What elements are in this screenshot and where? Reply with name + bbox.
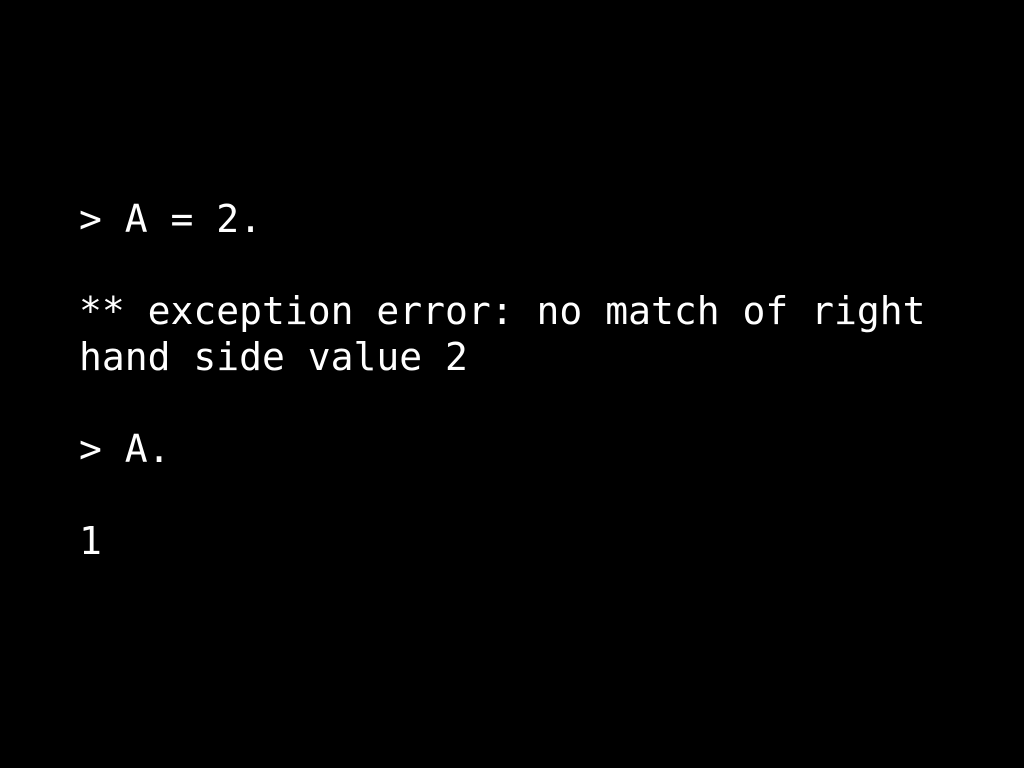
terminal-line-input: > A.: [79, 427, 171, 471]
terminal-line-input: > A = 2.: [79, 197, 263, 241]
terminal-line-error-continued: hand side value 2: [79, 335, 468, 379]
terminal-line-error: ** exception error: no match of right: [79, 289, 926, 333]
slide-canvas: > A = 2. ** exception error: no match of…: [0, 0, 1024, 768]
terminal-output[interactable]: > A = 2. ** exception error: no match of…: [79, 196, 979, 564]
terminal-line-output: 1: [79, 519, 102, 563]
